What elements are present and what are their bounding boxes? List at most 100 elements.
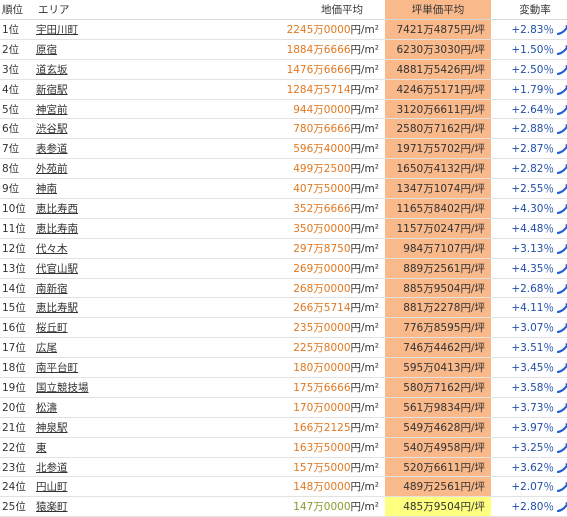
- tsubo-price-unit: 円/坪: [460, 222, 485, 235]
- table-row: 9位 神南 407万5000円/m² 1347万1074円/坪 +2.55％: [0, 178, 567, 200]
- area-cell: 神南: [32, 178, 158, 200]
- avg-price-unit: 円/m²: [350, 481, 379, 494]
- tsubo-price-cell: 885万9504円/坪: [385, 278, 491, 299]
- area-link[interactable]: 表参道: [36, 143, 68, 155]
- rising-trend-arrow-icon: [557, 462, 567, 473]
- tsubo-price-value: 7421万4875: [396, 23, 461, 36]
- rising-trend-arrow-icon: [557, 203, 567, 214]
- rate-value: +3.73％: [511, 401, 554, 414]
- area-link[interactable]: 神泉駅: [36, 422, 68, 434]
- rank-cell: 7位: [0, 138, 32, 160]
- area-link[interactable]: 恵比寿南: [36, 223, 78, 235]
- tsubo-price-value: 520万6611: [403, 461, 461, 474]
- avg-price-value: 148万0000: [293, 481, 351, 494]
- avg-price-value: 2245万0000: [286, 23, 351, 36]
- rate-cell: +3.13％: [491, 238, 567, 259]
- rank-cell: 10位: [0, 198, 32, 219]
- avg-price-cell: 266万5714円/m²: [158, 297, 385, 319]
- rate-cell: +3.97％: [491, 417, 567, 438]
- rising-trend-arrow-icon: [557, 422, 567, 433]
- tsubo-price-value: 885万9504: [403, 282, 461, 295]
- area-link[interactable]: 桜丘町: [36, 322, 68, 334]
- area-link[interactable]: 代官山駅: [36, 263, 78, 275]
- rate-value: +2.64％: [511, 103, 554, 116]
- area-cell: 原宿: [32, 39, 158, 60]
- area-link[interactable]: 神宮前: [36, 104, 68, 116]
- area-link[interactable]: 円山町: [36, 481, 68, 493]
- area-link[interactable]: 国立競技場: [36, 382, 89, 394]
- area-link[interactable]: 南平台町: [36, 362, 78, 374]
- table-row: 6位 渋谷駅 780万6666円/m² 2580万7162円/坪 +2.88％: [0, 118, 567, 140]
- table-row: 15位 恵比寿駅 266万5714円/m² 881万2278円/坪 +4.11％: [0, 297, 567, 319]
- avg-price-value: 166万2125: [293, 421, 351, 434]
- rate-value: +2.88％: [511, 123, 554, 136]
- rising-trend-arrow-icon: [557, 223, 567, 234]
- rising-trend-arrow-icon: [557, 164, 567, 175]
- rising-trend-arrow-icon: [557, 343, 567, 354]
- avg-price-unit: 円/m²: [350, 421, 379, 434]
- rate-cell: +2.87％: [491, 138, 567, 160]
- tsubo-price-unit: 円/坪: [460, 103, 485, 116]
- rank-cell: 5位: [0, 99, 32, 120]
- avg-price-cell: 780万6666円/m²: [158, 118, 385, 140]
- tsubo-price-unit: 円/坪: [460, 501, 485, 514]
- avg-price-cell: 944万0000円/m²: [158, 99, 385, 120]
- rate-cell: +3.58％: [491, 377, 567, 398]
- avg-price-unit: 円/m²: [350, 83, 379, 96]
- area-link[interactable]: 道玄坂: [36, 64, 68, 76]
- rate-cell: +4.35％: [491, 258, 567, 279]
- rising-trend-arrow-icon: [557, 283, 567, 294]
- area-link[interactable]: 外苑前: [36, 163, 68, 175]
- area-link[interactable]: 新宿駅: [36, 84, 68, 96]
- tsubo-price-cell: 561万9834円/坪: [385, 397, 491, 418]
- tsubo-price-cell: 1347万1074円/坪: [385, 178, 491, 200]
- area-link[interactable]: 東: [36, 442, 47, 454]
- rank-cell: 9位: [0, 178, 32, 200]
- avg-price-value: 163万5000: [293, 441, 351, 454]
- avg-price-value: 1884万6666: [286, 43, 351, 56]
- tsubo-price-value: 489万2561: [403, 481, 461, 494]
- rate-cell: +2.55％: [491, 178, 567, 200]
- tsubo-price-value: 4881万5426: [396, 63, 461, 76]
- tsubo-price-unit: 円/坪: [460, 202, 485, 215]
- area-link[interactable]: 渋谷駅: [36, 123, 68, 135]
- avg-price-unit: 円/m²: [350, 381, 379, 394]
- avg-price-unit: 円/m²: [350, 262, 379, 275]
- tsubo-price-cell: 6230万3030円/坪: [385, 39, 491, 60]
- area-link[interactable]: 神南: [36, 183, 57, 195]
- rank-cell: 19位: [0, 377, 32, 398]
- avg-price-unit: 円/m²: [350, 183, 379, 196]
- area-link[interactable]: 恵比寿西: [36, 203, 78, 215]
- avg-price-value: 180万0000: [293, 362, 351, 375]
- area-link[interactable]: 松濤: [36, 402, 57, 414]
- area-link[interactable]: 恵比寿駅: [36, 302, 78, 314]
- tsubo-price-value: 889万2561: [403, 262, 461, 275]
- avg-price-cell: 1284万5714円/m²: [158, 79, 385, 100]
- tsubo-price-value: 1650万4132: [396, 163, 461, 176]
- area-link[interactable]: 南新宿: [36, 283, 68, 295]
- area-link[interactable]: 原宿: [36, 44, 57, 56]
- tsubo-price-cell: 4246万5171円/坪: [385, 79, 491, 100]
- area-link[interactable]: 宇田川町: [36, 24, 78, 36]
- avg-price-cell: 175万6666円/m²: [158, 377, 385, 398]
- rate-cell: +1.50％: [491, 39, 567, 60]
- header-avg: 地価平均: [158, 0, 385, 20]
- area-link[interactable]: 北参道: [36, 462, 68, 474]
- tsubo-price-value: 1347万1074: [396, 183, 461, 196]
- area-cell: 南新宿: [32, 278, 158, 299]
- avg-price-unit: 円/m²: [350, 23, 379, 36]
- avg-price-unit: 円/m²: [350, 342, 379, 355]
- tsubo-price-cell: 580万7162円/坪: [385, 377, 491, 398]
- area-link[interactable]: 猿楽町: [36, 501, 68, 513]
- avg-price-unit: 円/m²: [350, 302, 379, 315]
- tsubo-price-unit: 円/坪: [460, 282, 485, 295]
- avg-price-cell: 1476万6666円/m²: [158, 59, 385, 80]
- table-row: 16位 桜丘町 235万0000円/m² 776万8595円/坪 +3.07％: [0, 317, 567, 339]
- area-link[interactable]: 広尾: [36, 342, 57, 354]
- tsubo-price-value: 580万7162: [403, 381, 461, 394]
- table-row: 20位 松濤 170万0000円/m² 561万9834円/坪 +3.73％: [0, 397, 567, 418]
- tsubo-price-value: 485万9504: [403, 501, 461, 514]
- area-link[interactable]: 代々木: [36, 243, 68, 255]
- area-cell: 外苑前: [32, 158, 158, 180]
- area-cell: 恵比寿南: [32, 218, 158, 239]
